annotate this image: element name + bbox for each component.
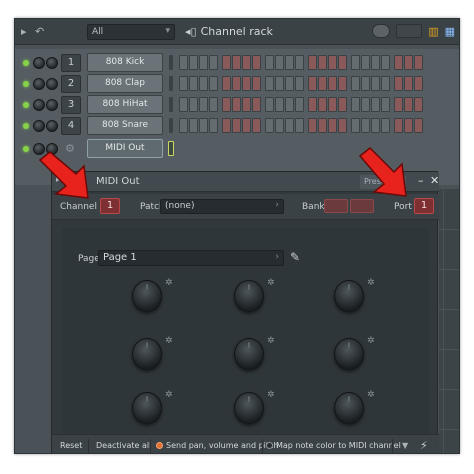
channel-row: 3 808 HiHat [15,95,459,115]
channel-name-button[interactable]: MIDI Out [87,139,163,158]
channel-rack-title: ◂▯ Channel rack [185,25,273,38]
app-window: ▸ ↶ All ▾ ◂▯Channel rack ▥ ▦ 1 808 Kick [14,18,460,454]
gear-icon[interactable]: ✲ [267,278,275,288]
gear-icon[interactable]: ✲ [367,336,375,346]
control-knob[interactable] [234,392,264,424]
volume-knob[interactable] [46,120,58,132]
control-knob[interactable] [132,392,162,424]
control-knob[interactable] [234,338,264,370]
channel-name-button[interactable]: 808 HiHat [87,95,163,114]
volume-knob[interactable] [46,99,58,111]
channel-selector[interactable]: 1 [100,198,120,214]
undo-icon[interactable]: ↶ [35,25,44,38]
radio-off-icon [266,442,273,449]
minimize-icon[interactable]: – [418,174,424,187]
step-sequencer[interactable] [179,118,423,133]
arrow-annotation-channel [38,151,89,199]
plugin-bottom-bar: Reset Deactivate all Send pan, volume an… [52,434,439,453]
arrow-annotation-port [358,146,407,197]
gear-icon[interactable]: ✲ [165,336,173,346]
control-knob[interactable] [334,338,364,370]
swing-toggle[interactable] [372,24,391,38]
page-dropdown[interactable]: Page 1 › [98,250,284,266]
map-note-color-label: Map note color to MIDI channel [276,441,401,450]
close-icon[interactable]: ✕ [430,174,439,187]
page-value: Page 1 [103,252,137,263]
channel-select-bar[interactable] [169,55,173,70]
mixer-track-number[interactable]: 4 [61,117,81,135]
gear-icon[interactable]: ✲ [165,390,173,400]
map-note-color-option[interactable]: Map note color to MIDI channel [266,441,401,450]
plugin-title: MIDI Out [96,176,140,187]
step-sequencer[interactable] [179,76,423,91]
pan-knob[interactable] [33,120,45,132]
swing-display [396,24,423,38]
step-sequencer[interactable] [179,97,423,112]
channel-led[interactable] [23,146,29,152]
graph-icon[interactable]: ▥ [428,25,438,38]
radio-on-icon [156,442,163,449]
channel-led[interactable] [23,123,29,129]
gear-icon[interactable]: ✲ [367,390,375,400]
bank-label: Bank [302,202,325,212]
chevron-down-icon: ▾ [165,26,170,36]
play-arrow-icon[interactable]: ▸ [21,25,27,38]
control-knob[interactable] [132,338,162,370]
channel-name-button[interactable]: 808 Snare [87,116,163,135]
mixer-track-number[interactable]: 2 [61,75,81,93]
plug-icon[interactable]: ⚡ [420,439,428,452]
channel-select-bar[interactable] [168,141,174,156]
channel-rack-titlebar: ▸ ↶ All ▾ ◂▯ Channel rack ▥ ▦ [15,19,459,45]
channel-filter-dropdown[interactable]: All ▾ [87,24,175,40]
gear-icon[interactable]: ✲ [267,390,275,400]
channel-led[interactable] [23,102,29,108]
channel-select-bar[interactable] [169,118,173,133]
gear-icon[interactable]: ✲ [267,336,275,346]
channel-led[interactable] [23,81,29,87]
control-knob[interactable] [132,280,162,312]
send-pan-volume-pitch-option[interactable]: Send pan, volume and pitch [156,441,279,450]
midi-out-window: ▸ MIDI Out Presets – ✕ Channel 1 Patch (… [51,171,439,453]
channel-row: 1 808 Kick [15,53,459,73]
control-knob[interactable] [334,392,364,424]
channel-name-button[interactable]: 808 Clap [87,74,163,93]
bank-msb-selector[interactable] [324,199,348,213]
gear-icon[interactable]: ✲ [367,278,375,288]
pencil-icon[interactable]: ✎ [290,250,300,264]
port-selector[interactable]: 1 [414,198,434,214]
page-label: Page [78,254,100,264]
gear-icon[interactable]: ✲ [165,278,173,288]
chevron-right-icon: › [275,200,279,210]
channel-name-button[interactable]: 808 Kick [87,53,163,72]
chevron-right-icon: › [275,252,279,262]
pan-knob[interactable] [33,78,45,90]
speaker-icon: ◂▯ [185,25,197,38]
volume-knob[interactable] [46,78,58,90]
channel-select-bar[interactable] [169,76,173,91]
channel-row: 4 808 Snare [15,116,459,136]
channel-select-bar[interactable] [169,97,173,112]
channel-led[interactable] [23,60,29,66]
pan-knob[interactable] [33,99,45,111]
step-sequencer[interactable] [179,55,423,70]
channel-row: 2 808 Clap [15,74,459,94]
channel-filter-value: All [92,27,104,37]
background-grid [439,189,459,453]
deactivate-all-button[interactable]: Deactivate all [96,441,151,450]
mixer-track-number[interactable]: 1 [61,54,81,72]
pan-knob[interactable] [33,57,45,69]
bars-icon[interactable]: ▦ [445,25,455,38]
mixer-track-number[interactable]: 3 [61,96,81,114]
volume-knob[interactable] [46,57,58,69]
reset-button[interactable]: Reset [60,441,82,450]
channel-rack-title-text: Channel rack [200,25,273,38]
patch-value: (none) [165,201,195,211]
control-knob[interactable] [334,280,364,312]
patch-dropdown[interactable]: (none) › [160,199,284,214]
dropdown-arrow-icon[interactable]: ▼ [402,441,408,450]
control-page: Page Page 1 › ✎ ✲ ✲ ✲ ✲ ✲ ✲ ✲ ✲ ✲ [62,228,429,434]
control-knob[interactable] [234,280,264,312]
